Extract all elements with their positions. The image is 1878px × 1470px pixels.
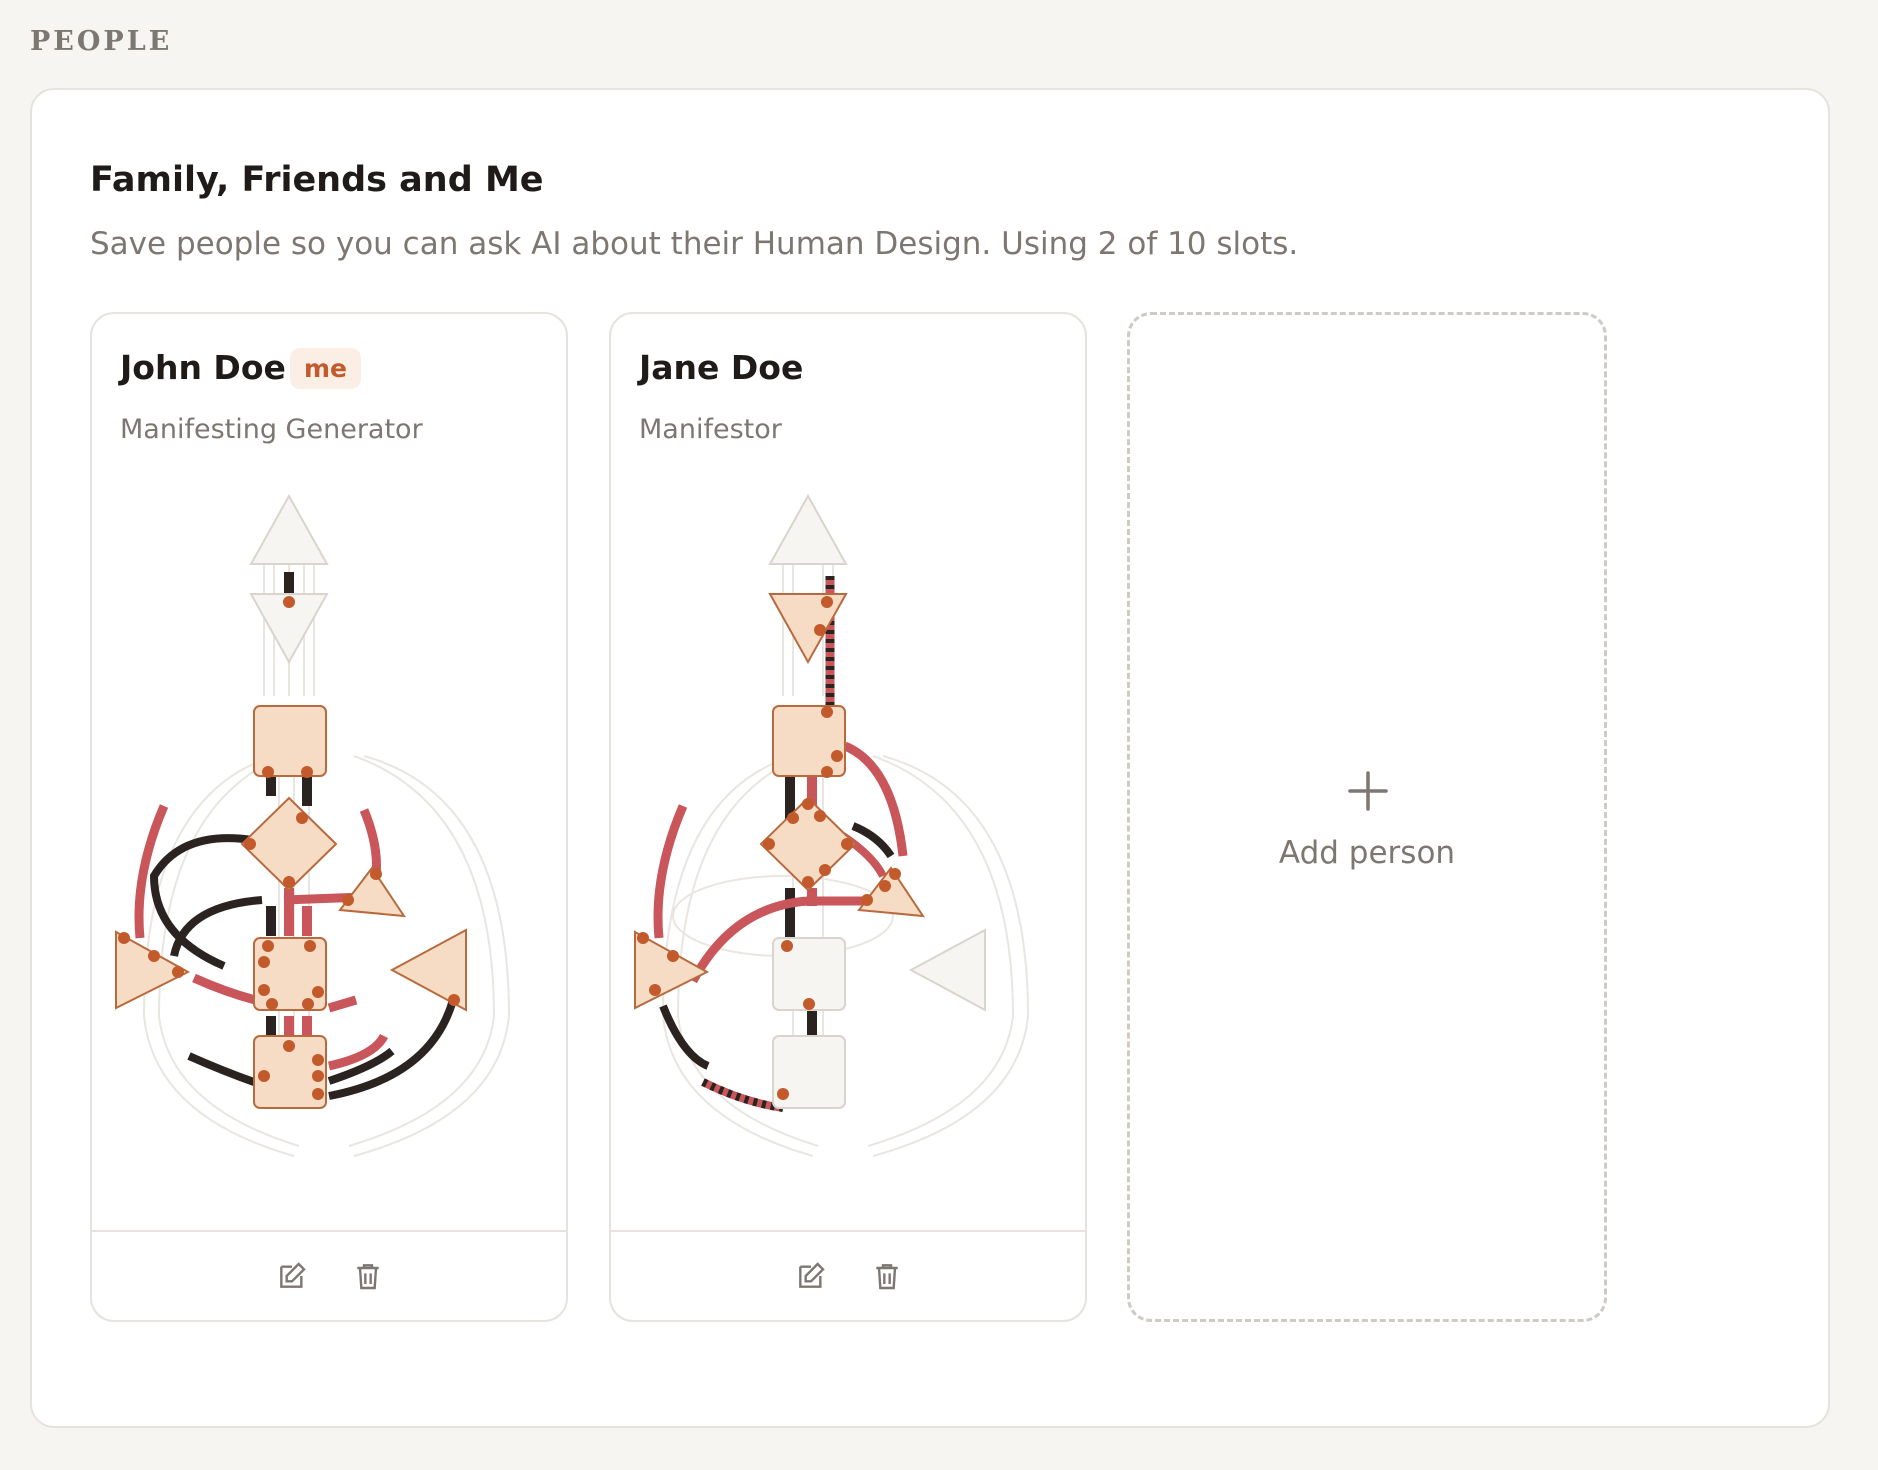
section-label: PEOPLE — [30, 26, 173, 57]
person-name: John Doe — [120, 348, 286, 387]
panel-subtitle: Save people so you can ask AI about thei… — [90, 226, 1299, 262]
add-person-label: Add person — [1278, 835, 1456, 871]
pencil-square-icon — [280, 1262, 306, 1288]
edit-person-button[interactable] — [791, 1256, 831, 1296]
person-name: Jane Doe — [639, 348, 804, 387]
card-actions — [92, 1230, 566, 1320]
plus-icon — [1348, 771, 1388, 811]
person-type: Manifesting Generator — [120, 414, 423, 445]
bodygraph-chart — [115, 493, 511, 1157]
delete-person-button[interactable] — [867, 1256, 907, 1296]
bodygraph-chart — [634, 493, 1030, 1157]
add-person-button[interactable]: Add person — [1127, 312, 1607, 1322]
person-type: Manifestor — [639, 414, 782, 445]
card-actions — [611, 1230, 1085, 1320]
person-card-jane-doe[interactable]: Jane Doe Manifestor — [609, 312, 1087, 1322]
trash-icon — [357, 1264, 379, 1290]
panel-title: Family, Friends and Me — [90, 160, 544, 200]
delete-person-button[interactable] — [348, 1256, 388, 1296]
edit-person-button[interactable] — [272, 1256, 312, 1296]
me-badge: me — [290, 348, 362, 389]
person-card-john-doe[interactable]: John Doe me Manifesting Generator — [90, 312, 568, 1322]
pencil-square-icon — [799, 1262, 825, 1288]
trash-icon — [876, 1264, 898, 1290]
people-panel: Family, Friends and Me Save people so yo… — [30, 88, 1830, 1428]
